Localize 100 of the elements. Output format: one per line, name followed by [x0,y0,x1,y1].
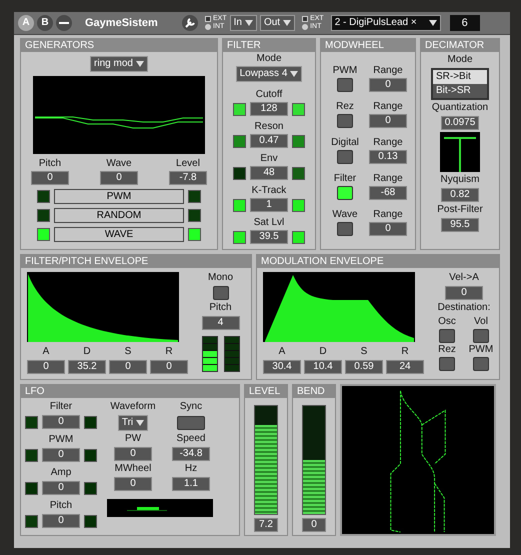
param-label: PWM [48,434,74,446]
param-label: Speed [176,433,206,445]
mode-dropdown[interactable]: Lowpass 4 [236,66,302,82]
value-field[interactable]: 0 [31,171,69,185]
patch-dropdown[interactable]: 2 - DigiPulsLead × [330,15,441,31]
caret-icon [290,71,298,77]
param-label: S [124,346,132,358]
toggle-button[interactable] [337,150,353,164]
panel-header: FILTER/PITCH ENVELOPE [21,255,251,268]
value-field[interactable]: 10.4 [304,360,342,374]
list-option[interactable]: SR->Bit [433,70,487,84]
led-button[interactable] [25,416,38,428]
value-field[interactable]: 0 [150,360,188,374]
led-button[interactable] [292,198,305,212]
toggle-button[interactable] [439,329,455,343]
led-button[interactable] [84,448,97,462]
value-field[interactable]: 0 [369,114,407,128]
value-field[interactable]: 0 [302,518,326,532]
slot-button[interactable]: B [37,15,53,31]
mod-button[interactable]: WAVE [54,227,184,242]
value-field[interactable]: 39.5 [250,230,288,244]
toggle-button[interactable] [212,286,228,300]
param-label: Range [373,101,403,113]
value-field[interactable]: 0 [27,360,65,374]
value-field[interactable]: -7.8 [169,171,207,185]
led-button[interactable] [84,482,97,494]
value-field[interactable]: 0.82 [441,188,479,202]
param-label: Post-Filter [437,204,483,216]
param-label: Range [373,209,403,221]
param-label: Quantization [432,102,488,114]
param-label: Mode [256,53,282,65]
led-button[interactable] [292,166,305,180]
led-button[interactable] [233,102,246,116]
value-field[interactable]: 0.13 [369,150,407,164]
value-field[interactable]: 95.5 [441,218,479,232]
param-label: MWheel [114,463,152,475]
value-field[interactable]: 128 [250,102,288,116]
mod-button[interactable]: RANDOM [54,208,184,223]
led-button[interactable] [25,514,38,528]
value-field[interactable]: 0 [114,477,152,491]
toggle-button[interactable] [337,114,353,128]
toggle-button[interactable] [337,222,353,236]
channel-field[interactable]: 6 [450,15,480,31]
list-option[interactable]: Bit->SR [433,84,487,98]
led-button[interactable] [233,198,246,212]
led-button[interactable] [84,416,97,428]
input-dropdown[interactable]: In [230,15,257,31]
param-label: Waveform [110,401,156,413]
mode-list[interactable]: SR->Bit Bit->SR [431,68,489,100]
param-label: Level [176,158,200,170]
value-field[interactable]: 24 [386,360,424,374]
param-label: Pitch [38,158,62,170]
mod-button[interactable]: PWM [54,189,184,204]
value-field[interactable]: 0.0975 [441,116,479,130]
value-field[interactable]: 7.2 [254,518,278,532]
value-field[interactable]: -68 [369,186,407,200]
value-field[interactable]: 0 [42,514,80,528]
led-button[interactable] [84,514,97,528]
value-field[interactable]: 1 [250,198,288,212]
value-field[interactable]: -34.8 [172,447,210,461]
value-field[interactable]: 30.4 [263,360,301,374]
led-button[interactable] [292,102,305,116]
value-field[interactable]: 48 [250,166,288,180]
panel-header: BEND [293,385,335,398]
value-field[interactable]: 0 [114,447,152,461]
value-field[interactable]: 0 [42,481,80,495]
output-dropdown[interactable]: Out [260,15,296,31]
toggle-button[interactable] [337,78,353,92]
value-field[interactable]: 0 [369,78,407,92]
led-button[interactable] [25,448,38,462]
mode-dropdown[interactable]: ring mod [90,56,148,72]
toggle-button[interactable] [439,357,455,371]
value-field[interactable]: 4 [202,316,240,330]
led-button[interactable] [292,134,305,148]
led-button[interactable] [233,230,246,244]
value-field[interactable]: 0 [42,415,80,429]
value-field[interactable]: 0.47 [250,134,288,148]
wrench-icon [182,15,198,31]
led-button[interactable] [188,228,201,241]
led-button[interactable] [37,228,50,241]
waveform-dropdown[interactable]: Tri [118,415,148,431]
toggle-button[interactable] [337,186,353,200]
value-field[interactable]: 1.1 [172,477,210,491]
led-button[interactable] [292,230,305,244]
led-button[interactable] [25,482,38,494]
value-field[interactable]: 0 [109,360,147,374]
param-label: D [319,346,327,358]
value-field[interactable]: 0.59 [345,360,383,374]
led-button[interactable] [233,134,246,148]
toggle-button[interactable] [473,357,489,371]
value-field[interactable]: 0 [369,222,407,236]
value-field[interactable]: 35.2 [68,360,106,374]
value-field[interactable]: 0 [42,448,80,462]
param-label: Pitch [50,500,72,512]
value-field[interactable]: 0 [100,171,138,185]
led-button[interactable] [233,166,246,180]
value-field[interactable]: 0 [445,286,483,300]
caret-icon [136,61,144,67]
param-label: Wave [332,209,358,221]
toggle-button[interactable] [473,329,489,343]
